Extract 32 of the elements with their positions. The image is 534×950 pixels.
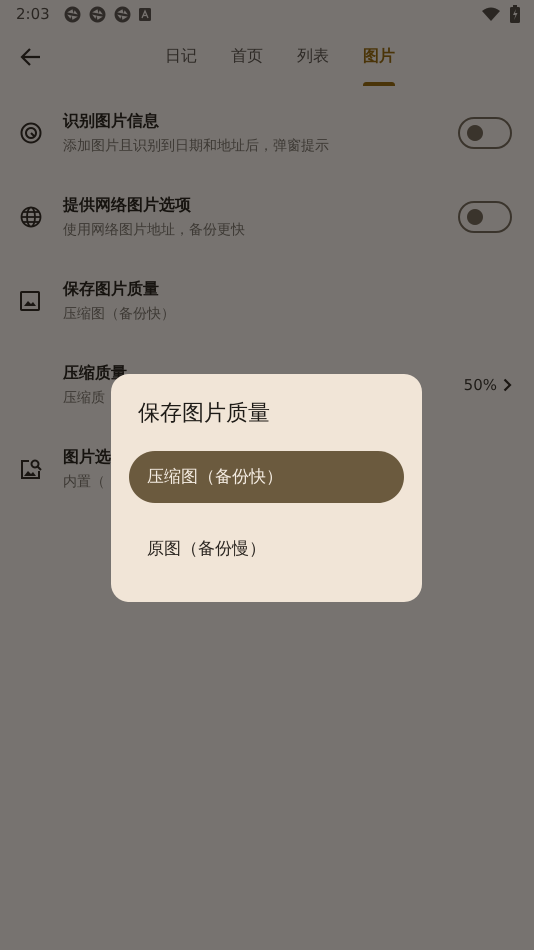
image-search-icon: [20, 458, 42, 480]
tab[interactable]: 图片: [346, 28, 412, 86]
dialog-option[interactable]: 原图（备份慢）: [129, 522, 404, 575]
image-icon: [20, 291, 40, 311]
setting-title: 保存图片质量: [63, 279, 159, 300]
status-time: 2:03: [16, 5, 50, 23]
toggle-switch[interactable]: [458, 117, 512, 149]
setting-subtitle: 内置（: [63, 473, 105, 491]
setting-title: 提供网络图片选项: [63, 195, 191, 216]
setting-subtitle: 压缩图（备份快）: [63, 305, 175, 323]
setting-subtitle: 使用网络图片地址，备份更快: [63, 221, 245, 239]
tab[interactable]: 首页: [214, 28, 280, 86]
chevron-right-icon[interactable]: [503, 378, 512, 392]
globe-icon: [20, 206, 42, 228]
dialog-title: 保存图片质量: [138, 400, 271, 428]
keyboard-icon: [138, 8, 151, 20]
notification-icon: [114, 6, 131, 22]
toggle-switch[interactable]: [458, 201, 512, 233]
notification-icon: [64, 6, 81, 22]
wifi-icon: [482, 7, 500, 21]
setting-value: 50%: [464, 376, 497, 394]
battery-icon: [510, 5, 520, 23]
setting-subtitle: 压缩质: [63, 389, 105, 407]
tab[interactable]: 列表: [280, 28, 346, 86]
setting-title: 图片选: [63, 447, 111, 468]
notification-icon: [88, 6, 106, 22]
at-sign-icon: [20, 122, 42, 144]
back-arrow-icon[interactable]: [20, 46, 42, 68]
tab[interactable]: 日记: [148, 28, 214, 86]
setting-subtitle: 添加图片且识别到日期和地址后，弹窗提示: [63, 137, 329, 155]
setting-title: 识别图片信息: [63, 111, 159, 132]
dialog-option[interactable]: 压缩图（备份快）: [129, 450, 404, 503]
